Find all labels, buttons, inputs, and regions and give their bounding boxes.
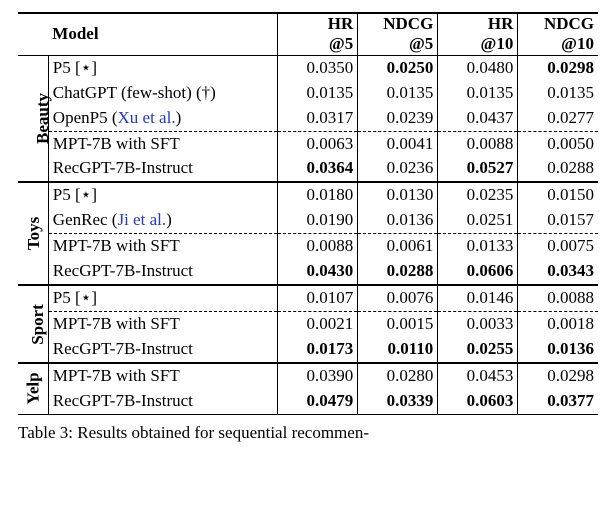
model-name: RecGPT-7B-Instruct [48,259,277,285]
star-icon: ⋆ [81,288,92,307]
model-name: MPT-7B with SFT [48,312,277,337]
cell-hr10: 0.0088 [438,131,518,156]
model-name: P5 [⋆] [48,55,277,80]
cell-hr5: 0.0107 [278,285,358,311]
cell-ndcg10: 0.0088 [518,285,598,311]
cell-ndcg10: 0.0135 [518,81,598,106]
cell-ndcg5: 0.0280 [358,363,438,389]
table-caption: Table 3: Results obtained for sequential… [18,423,598,443]
model-name: P5 [⋆] [48,285,277,311]
group-label-text: Beauty [32,93,55,144]
cell-ndcg5: 0.0239 [358,106,438,131]
cell-hr5: 0.0088 [278,234,358,259]
cell-hr10: 0.0133 [438,234,518,259]
cell-ndcg10: 0.0157 [518,208,598,233]
cell-hr5: 0.0430 [278,259,358,285]
header-nd10_a: NDCG [518,13,598,34]
cell-hr10: 0.0437 [438,106,518,131]
citation-link[interactable]: Xu et al. [118,108,176,127]
cell-ndcg5: 0.0136 [358,208,438,233]
group-label-yelp: Yelp [18,363,48,414]
cell-ndcg10: 0.0150 [518,182,598,208]
cell-ndcg10: 0.0277 [518,106,598,131]
star-icon: ⋆ [81,185,92,204]
cell-hr5: 0.0317 [278,106,358,131]
star-icon: ⋆ [81,58,92,77]
cell-hr5: 0.0021 [278,312,358,337]
header-nd5_a: NDCG [358,13,438,34]
cell-ndcg5: 0.0015 [358,312,438,337]
model-name: MPT-7B with SFT [48,363,277,389]
cell-hr10: 0.0146 [438,285,518,311]
cell-ndcg10: 0.0136 [518,337,598,363]
cell-hr5: 0.0173 [278,337,358,363]
cell-ndcg5: 0.0236 [358,156,438,182]
group-label-sport: Sport [18,285,48,363]
cell-ndcg5: 0.0339 [358,389,438,414]
citation-link[interactable]: Ji et al. [117,210,166,229]
group-label-text: Sport [27,304,50,345]
group-label-text: Toys [23,217,46,250]
model-name: RecGPT-7B-Instruct [48,337,277,363]
model-name: ChatGPT (few-shot) (†) [48,81,277,106]
header-spacer [18,13,48,55]
header-hr10_b: @10 [438,34,518,55]
cell-hr5: 0.0180 [278,182,358,208]
cell-hr5: 0.0135 [278,81,358,106]
cell-hr5: 0.0390 [278,363,358,389]
model-name: OpenP5 (Xu et al.) [48,106,277,131]
header-model: Model [48,13,277,55]
cell-hr10: 0.0255 [438,337,518,363]
cell-hr5: 0.0350 [278,55,358,80]
cell-hr10: 0.0135 [438,81,518,106]
model-name: P5 [⋆] [48,182,277,208]
cell-hr10: 0.0603 [438,389,518,414]
cell-hr10: 0.0251 [438,208,518,233]
model-name: MPT-7B with SFT [48,234,277,259]
header-hr5_a: HR [278,13,358,34]
cell-ndcg5: 0.0250 [358,55,438,80]
cell-hr10: 0.0235 [438,182,518,208]
cell-hr5: 0.0063 [278,131,358,156]
cell-hr10: 0.0453 [438,363,518,389]
cell-hr5: 0.0190 [278,208,358,233]
cell-ndcg5: 0.0041 [358,131,438,156]
cell-ndcg5: 0.0110 [358,337,438,363]
cell-ndcg10: 0.0298 [518,363,598,389]
cell-ndcg10: 0.0018 [518,312,598,337]
header-hr10_a: HR [438,13,518,34]
cell-hr10: 0.0527 [438,156,518,182]
model-name: MPT-7B with SFT [48,131,277,156]
group-label-text: Yelp [23,373,46,405]
results-table: ModelHRNDCGHRNDCG@5@5@10@10BeautyP5 [⋆]0… [18,12,598,415]
cell-ndcg10: 0.0298 [518,55,598,80]
group-label-beauty: Beauty [18,55,48,182]
group-label-toys: Toys [18,182,48,285]
cell-ndcg5: 0.0135 [358,81,438,106]
model-name: RecGPT-7B-Instruct [48,389,277,414]
cell-hr5: 0.0364 [278,156,358,182]
cell-ndcg10: 0.0075 [518,234,598,259]
cell-hr10: 0.0480 [438,55,518,80]
cell-ndcg5: 0.0076 [358,285,438,311]
model-name: RecGPT-7B-Instruct [48,156,277,182]
cell-ndcg5: 0.0288 [358,259,438,285]
header-nd10_b: @10 [518,34,598,55]
cell-ndcg10: 0.0288 [518,156,598,182]
cell-ndcg5: 0.0061 [358,234,438,259]
cell-ndcg10: 0.0050 [518,131,598,156]
header-hr5_b: @5 [278,34,358,55]
cell-ndcg10: 0.0377 [518,389,598,414]
cell-ndcg5: 0.0130 [358,182,438,208]
cell-hr10: 0.0606 [438,259,518,285]
model-name: GenRec (Ji et al.) [48,208,277,233]
cell-hr5: 0.0479 [278,389,358,414]
cell-hr10: 0.0033 [438,312,518,337]
cell-ndcg10: 0.0343 [518,259,598,285]
header-nd5_b: @5 [358,34,438,55]
